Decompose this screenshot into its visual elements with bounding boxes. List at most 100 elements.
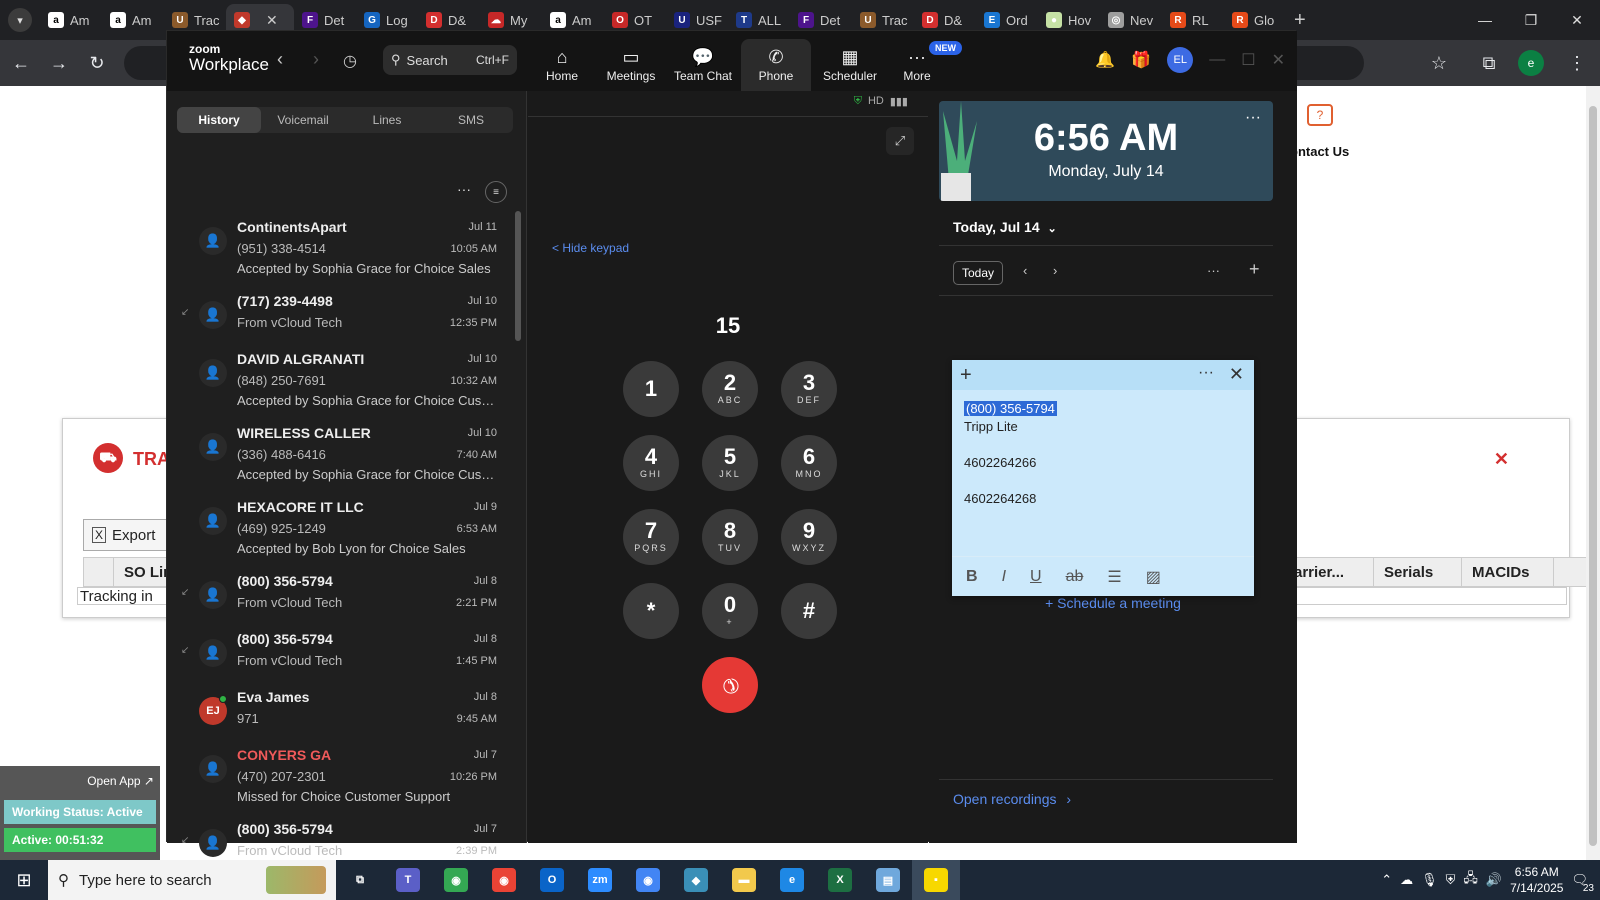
taskbar-app[interactable]: O (528, 860, 576, 900)
taskbar-app[interactable]: ◉ (480, 860, 528, 900)
network-icon[interactable]: 🖧 (1463, 869, 1478, 891)
keypad-key[interactable]: 5 JKL (702, 435, 758, 491)
restore-icon[interactable]: ❐ (1508, 0, 1554, 40)
forward-arrow-icon[interactable]: › (313, 49, 319, 70)
taskbar-app[interactable]: ▬ (720, 860, 768, 900)
contact-us-icon[interactable]: ? (1307, 104, 1333, 126)
tab-voicemail[interactable]: Voicemail (261, 107, 345, 133)
keypad-key[interactable]: 0 + (702, 583, 758, 639)
open-recordings-link[interactable]: Open recordings › (953, 791, 1071, 807)
call-history-item[interactable]: 👤 ↙ (800) 356-5794 Jul 8 From vCloud Tech 2:2… (181, 565, 497, 623)
browser-tab[interactable]: a Am (40, 4, 102, 36)
mic-icon[interactable]: 🎙 (1421, 872, 1438, 888)
grid-col-serials[interactable]: Serials (1374, 558, 1462, 586)
clock-more-icon[interactable]: ··· (1245, 109, 1261, 127)
taskbar-search[interactable]: ⚲ Type here to search (48, 860, 336, 900)
taskbar-app[interactable]: ▪ (912, 860, 960, 900)
browser-tab[interactable]: a Am (102, 4, 164, 36)
keypad-key[interactable]: 3 DEF (781, 361, 837, 417)
calendar-more-icon[interactable]: ··· (1207, 263, 1220, 278)
grid-col-macids[interactable]: MACIDs (1462, 558, 1554, 586)
filter-icon[interactable]: ≡ (485, 181, 507, 203)
nav-phone[interactable]: ✆ Phone (741, 39, 811, 91)
close-tab-icon[interactable]: ✕ (266, 12, 278, 29)
close-note-icon[interactable]: ✕ (1229, 364, 1244, 385)
image-icon[interactable]: ▨ (1146, 567, 1161, 587)
prev-day-icon[interactable]: ‹ (1023, 263, 1027, 278)
call-history-item[interactable]: 👤 ↙ (800) 356-5794 Jul 8 From vCloud Tech 1:4… (181, 623, 497, 681)
keypad-key[interactable]: # (781, 583, 837, 639)
more-options-icon[interactable]: ··· (457, 181, 471, 203)
page-scrollbar[interactable] (1586, 86, 1600, 860)
maximize-icon[interactable]: ☐ (1241, 50, 1255, 70)
grid-col-carrier[interactable]: arrier... (1284, 558, 1374, 586)
nav-meetings[interactable]: ▭ Meetings (597, 39, 665, 91)
schedule-meeting-link[interactable]: + Schedule a meeting (929, 595, 1297, 611)
history-icon[interactable]: ◷ (343, 51, 357, 71)
nav-scheduler[interactable]: ▦ Scheduler (815, 39, 885, 91)
extensions-icon[interactable]: ⧉ (1472, 46, 1506, 80)
notification-icon[interactable]: 🗨 23 (1571, 872, 1594, 894)
user-avatar[interactable]: EL (1167, 47, 1194, 73)
open-app-link[interactable]: Open App ↗ (87, 774, 154, 788)
browser-menu-icon[interactable]: ⋮ (1560, 46, 1594, 80)
call-history-item[interactable]: 👤 DAVID ALGRANATI Jul 10 (848) 250-7691 10:3… (187, 343, 497, 417)
call-history-item[interactable]: 👤 ContinentsApart Jul 11 (951) 338-4514 10:0… (187, 211, 497, 285)
taskbar-app[interactable]: ◆ (672, 860, 720, 900)
underline-icon[interactable]: U (1030, 568, 1042, 586)
strikethrough-icon[interactable]: ab (1066, 568, 1084, 586)
add-event-icon[interactable]: + (1249, 259, 1260, 280)
add-note-icon[interactable]: + (960, 364, 972, 387)
keypad-key[interactable]: 1 (623, 361, 679, 417)
contact-us-link[interactable]: ontact Us (1290, 144, 1349, 159)
forward-icon[interactable]: → (42, 46, 76, 80)
tab-sms[interactable]: SMS (429, 107, 513, 133)
volume-icon[interactable]: 🔊 (1486, 872, 1502, 888)
sticky-note[interactable]: + ··· ✕ (800) 356-5794 Tripp Lite 460226… (952, 360, 1254, 596)
bullet-list-icon[interactable]: ☰ (1107, 567, 1121, 587)
taskbar-app[interactable]: ◉ (624, 860, 672, 900)
taskbar-app[interactable]: zm (576, 860, 624, 900)
keypad-key[interactable]: 7 PQRS (623, 509, 679, 565)
hide-keypad-link[interactable]: < Hide keypad (552, 241, 629, 255)
keypad-key[interactable]: 4 GHI (623, 435, 679, 491)
tab-lines[interactable]: Lines (345, 107, 429, 133)
nav-team-chat[interactable]: 💬 Team Chat (669, 39, 737, 91)
today-button[interactable]: Today (953, 261, 1003, 285)
note-menu-icon[interactable]: ··· (1198, 364, 1214, 382)
scrollbar-thumb[interactable] (1589, 106, 1597, 846)
taskbar-app[interactable]: ▤ (864, 860, 912, 900)
call-history-item[interactable]: 👤 CONYERS GA Jul 7 (470) 207-2301 10:26 PM Mi… (187, 739, 497, 813)
chevron-up-icon[interactable]: ⌃ (1381, 872, 1392, 888)
nav-home[interactable]: ⌂ Home (531, 39, 593, 91)
keypad-key[interactable]: 2 ABC (702, 361, 758, 417)
keypad-key[interactable]: 8 TUV (702, 509, 758, 565)
zoom-search[interactable]: ⚲ Search Ctrl+F (383, 45, 517, 75)
windows-start-icon[interactable]: ⊞ (0, 860, 48, 900)
call-history-item[interactable]: 👤 ↙ (717) 239-4498 Jul 10 From vCloud Tech 12… (181, 285, 497, 343)
keypad-key[interactable]: 6 MNO (781, 435, 837, 491)
new-tab-button[interactable]: + (1294, 9, 1306, 32)
italic-icon[interactable]: I (1002, 568, 1006, 586)
minimize-icon[interactable]: — (1209, 51, 1225, 69)
expand-icon[interactable]: ⤢ (886, 127, 914, 155)
bookmark-star-icon[interactable]: ☆ (1422, 46, 1456, 80)
call-history-item[interactable]: 👤 HEXACORE IT LLC Jul 9 (469) 925-1249 6:53 … (187, 491, 497, 565)
taskbar-app[interactable]: T (384, 860, 432, 900)
next-day-icon[interactable]: › (1053, 263, 1057, 278)
bell-icon[interactable]: 🔔 (1095, 50, 1115, 70)
close-icon[interactable]: ✕ (1554, 0, 1600, 40)
keypad-key[interactable]: 9 WXYZ (781, 509, 837, 565)
tab-search-button[interactable]: ▾ (8, 8, 32, 32)
bold-icon[interactable]: B (966, 568, 978, 586)
close-icon[interactable]: ✕ (1272, 50, 1285, 70)
security-icon[interactable]: ⛨ (1446, 872, 1456, 888)
onedrive-icon[interactable]: ☁ (1400, 872, 1413, 888)
taskbar-app[interactable]: ◉ (432, 860, 480, 900)
back-icon[interactable]: ← (4, 46, 38, 80)
taskbar-app[interactable]: ⧉ (336, 860, 384, 900)
minimize-icon[interactable]: — (1462, 0, 1508, 40)
modal-close-icon[interactable]: ✕ (1494, 449, 1509, 470)
day-heading[interactable]: Today, Jul 14 ⌄ (953, 219, 1057, 235)
note-content[interactable]: (800) 356-5794 Tripp Lite 4602264266 460… (964, 400, 1057, 508)
